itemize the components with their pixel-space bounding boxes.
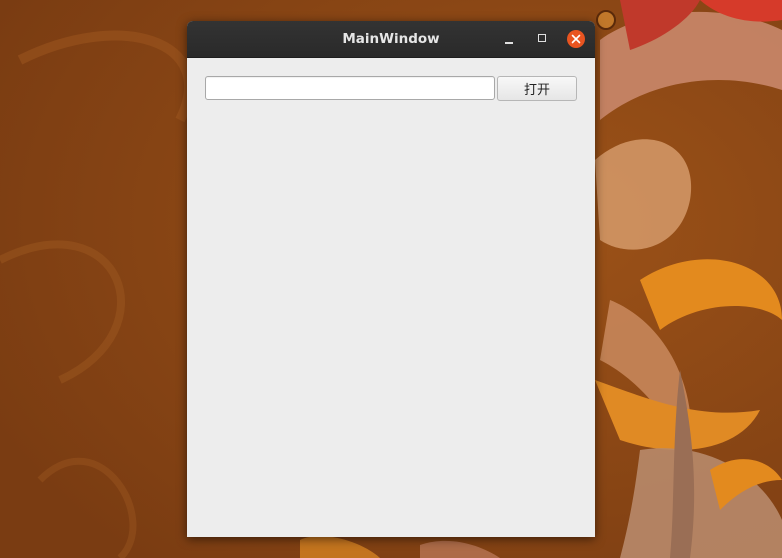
path-input[interactable] bbox=[205, 76, 495, 100]
close-icon[interactable] bbox=[567, 30, 585, 48]
window-titlebar[interactable]: MainWindow bbox=[187, 21, 595, 58]
window-content: 打开 bbox=[187, 58, 595, 537]
open-button[interactable]: 打开 bbox=[497, 76, 577, 101]
main-window: MainWindow 打开 bbox=[187, 21, 595, 537]
minimize-icon[interactable] bbox=[500, 30, 518, 48]
maximize-icon[interactable] bbox=[534, 30, 552, 48]
